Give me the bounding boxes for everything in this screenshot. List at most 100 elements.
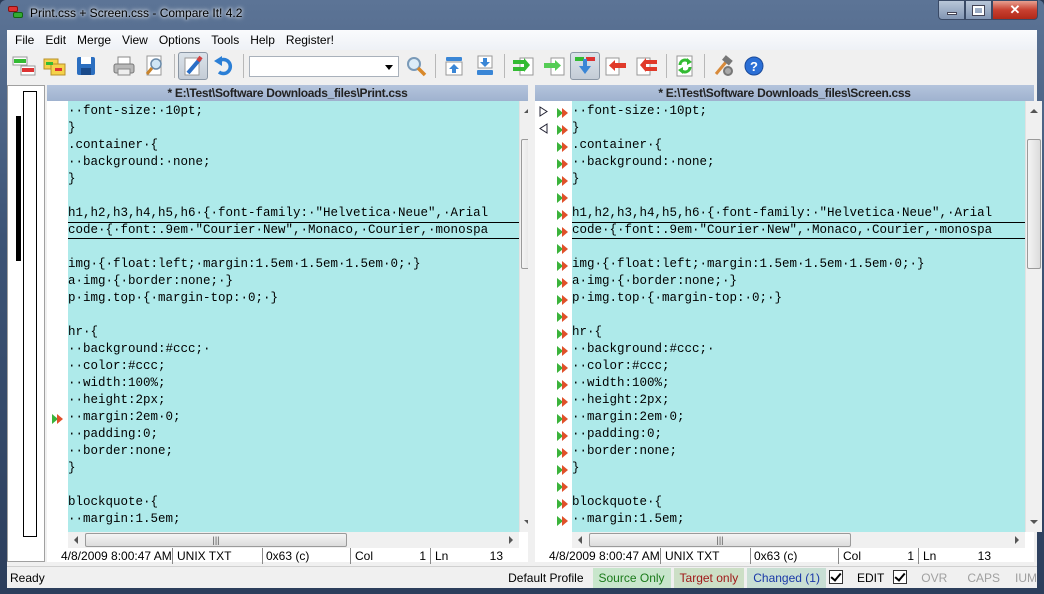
- find-button[interactable]: [401, 52, 431, 80]
- right-horizontal-scrollbar[interactable]: |||: [572, 532, 1025, 548]
- left-code-line[interactable]: ··border:none;: [68, 443, 519, 460]
- block-start-icon[interactable]: [539, 106, 553, 123]
- save-button[interactable]: [71, 52, 101, 80]
- right-code-line[interactable]: h1,h2,h3,h4,h5,h6·{·font-family:·"Helvet…: [572, 205, 1025, 222]
- left-code-line[interactable]: [68, 477, 519, 494]
- scroll-right-icon[interactable]: [509, 536, 513, 544]
- left-code-line[interactable]: ··padding:0;: [68, 426, 519, 443]
- right-code-line[interactable]: ··height:2px;: [572, 392, 1025, 409]
- right-code-line[interactable]: p·img.top·{·margin-top:·0;·}: [572, 290, 1025, 307]
- right-code-line[interactable]: [572, 307, 1025, 324]
- merge-arrow-icon[interactable]: [557, 209, 571, 226]
- left-code-line[interactable]: ··margin:2em·0;: [68, 409, 519, 426]
- merge-arrow-icon[interactable]: [557, 260, 571, 277]
- compare-files-button[interactable]: [9, 52, 39, 80]
- left-gutter[interactable]: [47, 101, 68, 532]
- merge-arrow-icon[interactable]: [557, 345, 571, 362]
- right-code-line[interactable]: ··padding:0;: [572, 426, 1025, 443]
- right-code-line[interactable]: ··background:·none;: [572, 154, 1025, 171]
- merge-arrow-icon[interactable]: [557, 277, 571, 294]
- refresh-button[interactable]: [670, 52, 700, 80]
- right-code-line[interactable]: ··color:#ccc;: [572, 358, 1025, 375]
- left-hscroll-thumb[interactable]: |||: [85, 533, 347, 547]
- overview-viewport[interactable]: [23, 91, 37, 537]
- left-code-editor[interactable]: ··font-size:·10pt;} .container·{··backgro…: [68, 101, 519, 532]
- right-code-line[interactable]: a·img·{·border:none;·}: [572, 273, 1025, 290]
- right-code-line[interactable]: ··width:100%;: [572, 375, 1025, 392]
- right-code-line[interactable]: ··background:#ccc;·: [572, 341, 1025, 358]
- help-button[interactable]: ?: [739, 52, 769, 80]
- auto-merge-button[interactable]: [570, 52, 600, 80]
- menu-tools[interactable]: Tools: [206, 30, 245, 50]
- left-code-line[interactable]: a·img·{·border:none;·}: [68, 273, 519, 290]
- left-code-line[interactable]: }: [68, 171, 519, 188]
- merge-arrow-icon[interactable]: [557, 379, 571, 396]
- merge-arrow-icon[interactable]: [557, 107, 571, 124]
- pane-splitter[interactable]: [528, 85, 535, 562]
- right-code-line[interactable]: }: [572, 120, 1025, 137]
- minimize-button[interactable]: [938, 0, 965, 20]
- scroll-right-icon[interactable]: [1015, 536, 1019, 544]
- right-code-line[interactable]: ··border:none;: [572, 443, 1025, 460]
- merge-arrow-icon[interactable]: [557, 158, 571, 175]
- left-code-line[interactable]: p·img.top·{·margin-top:·0;·}: [68, 290, 519, 307]
- copy-right-button[interactable]: [539, 52, 569, 80]
- title-bar[interactable]: Print.css + Screen.css - Compare It! 4.2…: [0, 0, 1044, 30]
- left-code-line[interactable]: hr·{: [68, 324, 519, 341]
- left-code-line[interactable]: ··margin:1.5em;: [68, 511, 519, 528]
- merge-arrow-icon[interactable]: [557, 464, 571, 481]
- right-code-line[interactable]: .container·{: [572, 137, 1025, 154]
- left-code-line[interactable]: h1,h2,h3,h4,h5,h6·{·font-family:·"Helvet…: [68, 205, 519, 222]
- merge-arrow-icon[interactable]: [557, 311, 571, 328]
- next-change-button[interactable]: [470, 52, 500, 80]
- menu-options[interactable]: Options: [154, 30, 206, 50]
- merge-arrow-icon[interactable]: [557, 413, 571, 430]
- merge-arrow-icon[interactable]: [557, 192, 571, 209]
- close-button[interactable]: ✕: [992, 0, 1038, 20]
- scroll-down-icon[interactable]: [1030, 520, 1038, 524]
- merge-arrow-icon[interactable]: [557, 430, 571, 447]
- merge-arrow-icon[interactable]: [557, 141, 571, 158]
- left-code-line[interactable]: ··color:#ccc;: [68, 358, 519, 375]
- right-code-line[interactable]: code·{·font:.9em·"Courier·New",·Monaco,·…: [572, 222, 1025, 239]
- diff-overview-map[interactable]: [7, 85, 45, 562]
- left-code-line[interactable]: ··height:2px;: [68, 392, 519, 409]
- merge-arrow-icon[interactable]: [557, 124, 571, 141]
- left-code-line[interactable]: blockquote·{: [68, 494, 519, 511]
- right-vscroll-thumb[interactable]: [1027, 139, 1041, 269]
- scroll-left-icon[interactable]: [578, 536, 582, 544]
- left-code-line[interactable]: [68, 307, 519, 324]
- left-code-line[interactable]: ··width:100%;: [68, 375, 519, 392]
- right-code-line[interactable]: blockquote·{: [572, 494, 1025, 511]
- print-button[interactable]: [109, 52, 139, 80]
- merge-arrow-icon[interactable]: [557, 328, 571, 345]
- changed-checkbox[interactable]: [828, 570, 843, 584]
- block-end-icon[interactable]: [539, 123, 553, 140]
- copy-left-button[interactable]: [601, 52, 631, 80]
- merge-arrow-icon[interactable]: [557, 498, 571, 515]
- merge-arrow-icon[interactable]: [557, 447, 571, 464]
- left-code-line[interactable]: .container·{: [68, 137, 519, 154]
- left-code-line[interactable]: }: [68, 460, 519, 477]
- right-code-line[interactable]: ··font-size:·10pt;: [572, 103, 1025, 120]
- print-preview-button[interactable]: [140, 52, 170, 80]
- edit-mode-button[interactable]: [178, 52, 208, 80]
- scroll-left-icon[interactable]: [74, 536, 78, 544]
- merge-arrow-icon[interactable]: [557, 175, 571, 192]
- menu-view[interactable]: View: [117, 30, 154, 50]
- open-folders-button[interactable]: [40, 52, 70, 80]
- right-code-line[interactable]: img·{·float:left;·margin:1.5em·1.5em·1.5…: [572, 256, 1025, 273]
- left-code-line[interactable]: ··background:#ccc;·: [68, 341, 519, 358]
- left-horizontal-scrollbar[interactable]: |||: [68, 532, 519, 548]
- right-gutter[interactable]: [535, 101, 572, 532]
- right-code-editor[interactable]: ··font-size:·10pt;} .container·{··backgro…: [572, 101, 1025, 532]
- merge-arrow-icon[interactable]: [557, 226, 571, 243]
- menu-register[interactable]: Register!: [281, 30, 340, 50]
- right-vertical-scrollbar[interactable]: [1025, 101, 1042, 532]
- menu-file[interactable]: File: [10, 30, 40, 50]
- chevron-down-icon[interactable]: [385, 64, 393, 70]
- copy-all-left-button[interactable]: [632, 52, 662, 80]
- left-code-line[interactable]: img·{·float:left;·margin:1.5em·1.5em·1.5…: [68, 256, 519, 273]
- merge-arrow-icon[interactable]: [557, 294, 571, 311]
- edit-checkbox[interactable]: [893, 570, 908, 584]
